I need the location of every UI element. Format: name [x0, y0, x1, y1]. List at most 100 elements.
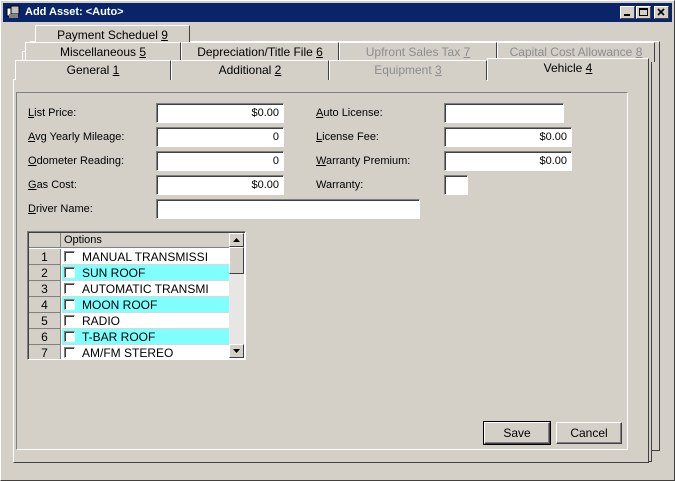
- tab-equipment[interactable]: Equipment 3: [329, 60, 487, 80]
- app-icon: [6, 5, 20, 18]
- scroll-up-button[interactable]: [229, 233, 244, 247]
- list-price-field[interactable]: $0.00: [156, 103, 284, 123]
- window-title: Add Asset: <Auto>: [25, 6, 124, 18]
- option-label: T-BAR ROOF: [82, 330, 156, 344]
- warranty-label: Warranty:: [316, 179, 364, 191]
- warranty-premium-label: Warranty Premium:: [316, 155, 411, 167]
- option-label: AM/FM STEREO: [82, 346, 174, 360]
- arrow-up-icon: [233, 238, 240, 242]
- tab-label: Equipment: [374, 63, 435, 77]
- avg-yearly-mileage-field[interactable]: 0: [156, 127, 284, 147]
- tab-accel-key: 7: [463, 45, 471, 59]
- row-number: 1: [29, 249, 61, 265]
- tab-upfront-sales-tax[interactable]: Upfront Sales Tax 7: [339, 42, 497, 62]
- avg-yearly-mileage-label: Avg Yearly Mileage:: [28, 131, 125, 143]
- title-bar[interactable]: Add Asset: <Auto>: [3, 3, 672, 22]
- tab-label: Upfront Sales Tax: [365, 45, 464, 59]
- scroll-thumb[interactable]: [229, 247, 244, 274]
- minimize-icon: [624, 14, 630, 16]
- tab-accel-key: 5: [139, 45, 147, 59]
- option-label: AUTOMATIC TRANSMI: [82, 282, 209, 296]
- minimize-button[interactable]: [620, 6, 635, 19]
- odometer-reading-field[interactable]: 0: [156, 151, 284, 171]
- tab-additional[interactable]: Additional 2: [171, 60, 329, 80]
- auto-license-label: Auto License:: [316, 107, 383, 119]
- option-label: MANUAL TRANSMISSI: [82, 250, 209, 264]
- tab-accel-key: 6: [316, 45, 323, 59]
- grid-header: Options: [29, 233, 230, 248]
- tab-general[interactable]: General 1: [15, 60, 171, 80]
- option-checkbox[interactable]: [64, 331, 75, 342]
- option-label: SUN ROOF: [82, 266, 146, 280]
- tab-label: Depreciation/Title File: [197, 45, 317, 59]
- auto-license-field[interactable]: [444, 103, 564, 123]
- driver-name-label: Driver Name:: [28, 203, 93, 215]
- maximize-icon: [639, 8, 648, 16]
- tab-accel-key: 8: [635, 45, 643, 59]
- table-row[interactable]: 6 T-BAR ROOF: [29, 329, 230, 345]
- odometer-reading-label: Odometer Reading:: [28, 155, 125, 167]
- add-asset-window: Add Asset: <Auto> Payment Scheduel 9 Mis…: [0, 0, 675, 481]
- gas-cost-label: Gas Cost:: [28, 179, 77, 191]
- license-fee-label: License Fee:: [316, 131, 379, 143]
- license-fee-field[interactable]: $0.00: [444, 127, 572, 147]
- list-price-label: List Price:: [28, 107, 77, 119]
- cancel-button[interactable]: Cancel: [556, 422, 622, 444]
- option-checkbox[interactable]: [64, 283, 75, 294]
- tab-depreciation-title-file[interactable]: Depreciation/Title File 6: [181, 42, 339, 62]
- tab-miscellaneous[interactable]: Miscellaneous 5: [25, 42, 181, 62]
- warranty-premium-field[interactable]: $0.00: [444, 151, 572, 171]
- option-label: MOON ROOF: [82, 298, 158, 312]
- scroll-down-button[interactable]: [229, 344, 244, 358]
- close-icon: [657, 8, 665, 16]
- option-checkbox[interactable]: [64, 251, 75, 262]
- options-column-header[interactable]: Options: [64, 234, 102, 246]
- tab-accel-key: 4: [585, 61, 593, 75]
- table-row[interactable]: 4 MOON ROOF: [29, 297, 230, 313]
- table-row[interactable]: 5 RADIO: [29, 313, 230, 329]
- tab-accel-key: 2: [274, 63, 282, 77]
- grid-corner: [29, 233, 61, 248]
- row-number: 3: [29, 281, 61, 297]
- tab-label: Additional: [218, 63, 275, 77]
- tab-label: Payment Scheduel: [57, 28, 162, 42]
- option-checkbox[interactable]: [64, 347, 75, 358]
- row-number: 4: [29, 297, 61, 313]
- tab-label: Miscellaneous: [59, 45, 140, 59]
- tab-accel-key: 1: [112, 63, 120, 77]
- option-checkbox[interactable]: [64, 315, 75, 326]
- option-cell[interactable]: RADIO: [62, 313, 230, 329]
- option-cell[interactable]: SUN ROOF: [62, 265, 230, 281]
- row-number: 2: [29, 265, 61, 281]
- tab-label: General: [66, 63, 113, 77]
- tab-accel-key: 3: [435, 63, 442, 77]
- option-cell[interactable]: T-BAR ROOF: [62, 329, 230, 345]
- tab-label: Capital Cost Allowance: [509, 45, 636, 59]
- arrow-down-icon: [233, 349, 240, 353]
- row-number: 6: [29, 329, 61, 345]
- grid-vertical-scrollbar[interactable]: [229, 233, 244, 358]
- option-cell[interactable]: MOON ROOF: [62, 297, 230, 313]
- row-number: 5: [29, 313, 61, 329]
- option-checkbox[interactable]: [64, 299, 75, 310]
- option-checkbox[interactable]: [64, 267, 75, 278]
- options-grid[interactable]: Options 1 MANUAL TRANSMISSI 2 SUN ROOF 3…: [27, 231, 246, 360]
- table-row[interactable]: 7 AM/FM STEREO: [29, 345, 230, 360]
- tab-label: Vehicle: [543, 61, 586, 75]
- save-button[interactable]: Save: [483, 421, 551, 445]
- tab-vehicle[interactable]: Vehicle 4: [487, 58, 649, 81]
- table-row[interactable]: 2 SUN ROOF: [29, 265, 230, 281]
- option-label: RADIO: [82, 314, 121, 328]
- option-cell[interactable]: AM/FM STEREO: [62, 345, 230, 360]
- table-row[interactable]: 1 MANUAL TRANSMISSI: [29, 249, 230, 265]
- option-cell[interactable]: AUTOMATIC TRANSMI: [62, 281, 230, 297]
- warranty-field[interactable]: [444, 175, 468, 195]
- option-cell[interactable]: MANUAL TRANSMISSI: [62, 249, 230, 265]
- driver-name-field[interactable]: [156, 199, 420, 219]
- maximize-button[interactable]: [636, 6, 651, 19]
- gas-cost-field[interactable]: $0.00: [156, 175, 284, 195]
- row-number: 7: [29, 345, 61, 359]
- close-button[interactable]: [654, 6, 669, 19]
- table-row[interactable]: 3 AUTOMATIC TRANSMI: [29, 281, 230, 297]
- tab-accel-key: 9: [161, 28, 168, 42]
